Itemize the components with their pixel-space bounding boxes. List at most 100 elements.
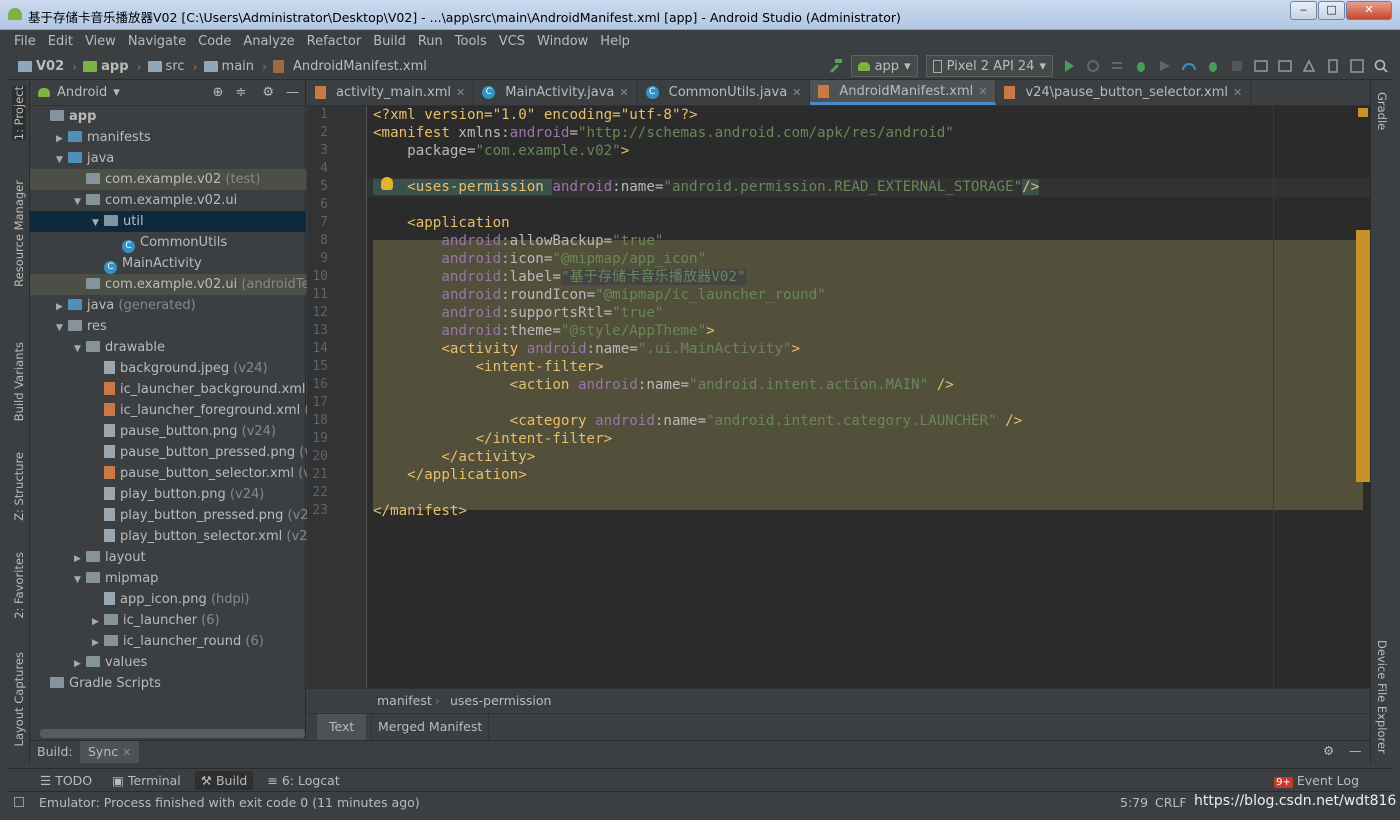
project-tool-tab[interactable]: 1: Project xyxy=(12,86,26,141)
code-area[interactable]: <?xml version="1.0" encoding="utf-8"?> <… xyxy=(307,106,1370,688)
chevron-down-icon[interactable]: ▼ xyxy=(74,192,86,213)
tree-item[interactable]: ic_launcher_background.xml xyxy=(30,379,306,400)
hide-panel-icon[interactable]: — xyxy=(286,85,299,100)
tree-item[interactable]: background.jpeg (v24) xyxy=(30,358,306,379)
close-button[interactable]: ✕ xyxy=(1346,1,1392,20)
menu-run[interactable]: Run xyxy=(412,34,449,49)
close-icon[interactable]: ✕ xyxy=(978,85,987,98)
build-tool-button[interactable]: ⚒ Build xyxy=(194,770,254,790)
chevron-right-icon[interactable]: ▶ xyxy=(74,654,86,675)
tree-item[interactable]: Gradle Scripts xyxy=(30,673,306,694)
locate-icon[interactable]: ⊕ xyxy=(213,85,224,100)
todo-tool-button[interactable]: ☰ TODO xyxy=(40,773,92,788)
tree-item[interactable]: ▼ drawable xyxy=(30,337,306,358)
favorites-tab[interactable]: 2: Favorites xyxy=(12,552,26,619)
menu-code[interactable]: Code xyxy=(192,34,237,49)
tree-item[interactable]: ▶ ic_launcher (6) xyxy=(30,610,306,631)
tree-item[interactable]: play_button.png (v24) xyxy=(30,484,306,505)
gear-icon[interactable]: ⚙ xyxy=(262,85,274,100)
breadcrumb-v02[interactable]: V02 xyxy=(18,59,64,74)
tree-item[interactable]: ▶ layout xyxy=(30,547,306,568)
tree-item[interactable]: com.example.v02 (test) xyxy=(30,169,306,190)
stop-icon[interactable] xyxy=(1229,58,1245,74)
editor-breadcrumb-manifest[interactable]: manifest xyxy=(377,693,432,708)
tree-item[interactable]: ▼ mipmap xyxy=(30,568,306,589)
tree-item[interactable]: ▶ values xyxy=(30,652,306,673)
hide-panel-icon[interactable]: — xyxy=(1349,743,1362,758)
breadcrumb-main[interactable]: main xyxy=(203,59,254,74)
menu-vcs[interactable]: VCS xyxy=(493,34,531,49)
tree-item[interactable]: ▶ manifests xyxy=(30,127,306,148)
chevron-down-icon[interactable]: ▼ xyxy=(74,339,86,360)
tree-item[interactable]: ▼ res xyxy=(30,316,306,337)
editor-tab[interactable]: activity_main.xml ✕ xyxy=(307,80,475,105)
structure-tab[interactable]: Z: Structure xyxy=(12,452,26,521)
chevron-right-icon[interactable]: ▶ xyxy=(92,612,104,633)
apply-code-icon[interactable] xyxy=(1109,58,1125,74)
menu-edit[interactable]: Edit xyxy=(42,34,79,49)
sync-project-icon[interactable] xyxy=(1253,58,1269,74)
sync-tab[interactable]: Sync ✕ xyxy=(80,741,140,763)
gear-icon[interactable]: ⚙ xyxy=(1323,743,1334,758)
tree-item[interactable]: C CommonUtils xyxy=(30,232,306,253)
editor-tab[interactable]: C CommonUtils.java ✕ xyxy=(638,80,811,105)
attach-debugger-icon[interactable] xyxy=(1205,58,1221,74)
close-icon[interactable]: ✕ xyxy=(122,746,131,759)
status-message[interactable]: Emulator: Process finished with exit cod… xyxy=(39,795,420,810)
chevron-right-icon[interactable]: ▶ xyxy=(56,129,68,150)
tree-item[interactable]: play_button_selector.xml (v24) xyxy=(30,526,321,547)
collapse-all-icon[interactable]: ≑ xyxy=(235,85,246,100)
menu-view[interactable]: View xyxy=(79,34,122,49)
tree-item[interactable]: app xyxy=(30,106,306,127)
tree-item[interactable]: ▶ java (generated) xyxy=(30,295,306,316)
menu-refactor[interactable]: Refactor xyxy=(301,34,368,49)
menu-window[interactable]: Window xyxy=(531,34,594,49)
editor-breadcrumb-uses-permission[interactable]: uses-permission xyxy=(450,693,551,708)
tree-item[interactable]: ▼ util xyxy=(30,211,306,232)
breadcrumb-app[interactable]: app xyxy=(83,59,129,74)
tree-item[interactable]: ▶ ic_launcher_round (6) xyxy=(30,631,306,652)
build-variants-tab[interactable]: Build Variants xyxy=(12,342,26,421)
breadcrumb-src[interactable]: src xyxy=(147,59,185,74)
chevron-down-icon[interactable]: ▼ xyxy=(74,570,86,591)
editor-tab[interactable]: AndroidManifest.xml ✕ xyxy=(810,80,997,105)
tree-item[interactable]: pause_button.png (v24) xyxy=(30,421,306,442)
hammer-icon[interactable] xyxy=(827,58,843,74)
gradle-tab[interactable]: Gradle xyxy=(1375,92,1389,130)
tree-item[interactable]: ▼ java xyxy=(30,148,306,169)
menu-build[interactable]: Build xyxy=(367,34,412,49)
intention-bulb-icon[interactable] xyxy=(381,177,393,190)
debug-icon[interactable] xyxy=(1133,58,1149,74)
tree-item[interactable]: play_button_pressed.png (v24) xyxy=(30,505,322,526)
run-icon[interactable] xyxy=(1061,58,1077,74)
tree-item[interactable]: pause_button_selector.xml (v24) xyxy=(30,463,332,484)
tree-item[interactable]: C MainActivity xyxy=(30,253,306,274)
apply-changes-icon[interactable] xyxy=(1085,58,1101,74)
menu-tools[interactable]: Tools xyxy=(449,34,493,49)
tree-item[interactable]: ▼ com.example.v02.ui xyxy=(30,190,306,211)
chevron-right-icon[interactable]: ▶ xyxy=(74,549,86,570)
chevron-right-icon[interactable]: ▶ xyxy=(56,297,68,318)
device-manager-icon[interactable] xyxy=(1325,58,1341,74)
chevron-down-icon[interactable]: ▼ xyxy=(56,150,68,171)
text-tab[interactable]: Text xyxy=(317,714,367,741)
breadcrumb-file[interactable]: AndroidManifest.xml xyxy=(273,59,427,74)
device-file-explorer-tab[interactable]: Device File Explorer xyxy=(1375,640,1389,754)
close-icon[interactable]: ✕ xyxy=(792,86,801,99)
chevron-right-icon[interactable]: ▶ xyxy=(92,633,104,654)
terminal-tool-button[interactable]: ▣ Terminal xyxy=(112,773,181,788)
menu-help[interactable]: Help xyxy=(594,34,636,49)
close-icon[interactable]: ✕ xyxy=(619,86,628,99)
logcat-tool-button[interactable]: ≡ 6: Logcat xyxy=(267,773,339,788)
close-icon[interactable]: ✕ xyxy=(1233,86,1242,99)
cursor-position[interactable]: 5:79 xyxy=(1120,795,1148,810)
menu-file[interactable]: File xyxy=(8,34,42,49)
project-structure-icon[interactable] xyxy=(1349,58,1365,74)
profile-icon[interactable] xyxy=(1181,58,1197,74)
menu-analyze[interactable]: Analyze xyxy=(237,34,300,49)
sdk-manager-icon[interactable] xyxy=(1301,58,1317,74)
minimize-button[interactable]: ‒ xyxy=(1290,1,1317,20)
search-icon[interactable] xyxy=(1373,58,1389,74)
toggle-tool-windows-icon[interactable] xyxy=(14,797,24,807)
project-view-select[interactable]: Android xyxy=(57,85,107,100)
